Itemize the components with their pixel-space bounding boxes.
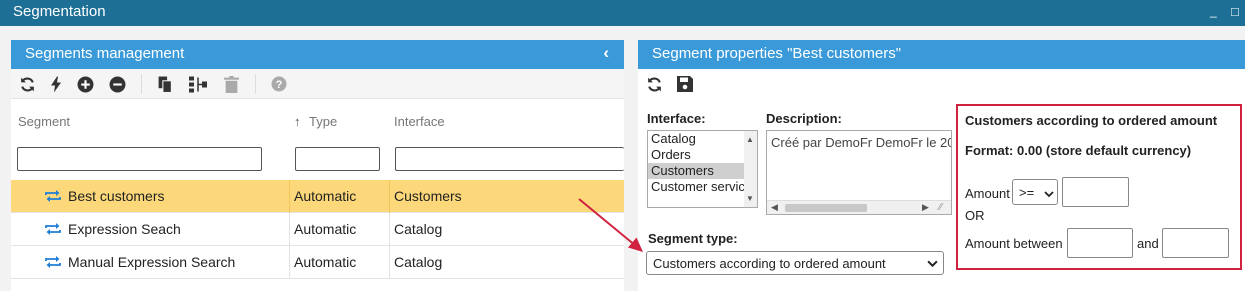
remove-icon[interactable] [108,75,126,93]
table-row[interactable]: Manual Expression Search Automatic Catal… [11,246,624,279]
segment-type-value: Customers according to ordered amount [653,256,886,271]
amount-max-input[interactable] [1162,228,1229,258]
description-label: Description: [766,111,842,126]
svg-text:?: ? [276,79,283,91]
scroll-down-icon[interactable]: ▼ [746,194,754,203]
interface-option-selected[interactable]: Customers [648,163,757,179]
segments-panel-header: Segments management ‹ [11,40,624,69]
lightning-icon[interactable] [47,75,65,93]
minimize-button[interactable]: _ [1210,4,1217,18]
format-hint: Format: 0.00 (store default currency) [965,143,1192,158]
cell-divider [289,213,290,246]
interface-label: Interface: [647,111,706,126]
amount-label: Amount [965,186,1010,201]
scroll-thumb[interactable] [785,204,867,212]
properties-toolbar [638,69,1245,99]
delete-icon[interactable] [222,75,240,93]
amount-between-label: Amount between [965,236,1063,251]
row-segment-name: Expression Seach [68,221,181,237]
row-segment-name: Best customers [68,188,165,204]
amount-input[interactable] [1062,177,1129,207]
segment-type-label: Segment type: [648,231,738,246]
or-label: OR [965,208,985,223]
properties-panel-header: Segment properties "Best customers" [638,40,1245,69]
column-header-interface[interactable]: Interface [394,114,445,129]
table-row[interactable]: Expression Seach Automatic Catalog [11,213,624,246]
table-row[interactable]: Best customers Automatic Customers [11,180,624,213]
description-value: Créé par DemoFr DemoFr le 20 [771,135,952,150]
description-scrollbar[interactable]: ◀ ▶ ⁄⁄ [767,200,951,214]
interface-option[interactable]: Customer servic [648,179,757,195]
sort-ascending-icon: ↑ [294,114,301,129]
scroll-left-icon[interactable]: ◀ [771,202,778,213]
row-type: Automatic [294,221,357,237]
collapse-panel-button[interactable]: ‹ [603,43,609,63]
column-header-segment[interactable]: Segment [18,114,70,129]
grid-header: Segment ↑ Type Interface [11,102,624,171]
row-interface: Catalog [394,254,443,270]
chevron-down-icon [927,257,938,272]
segment-refresh-icon [44,222,62,239]
scroll-up-icon[interactable]: ▲ [746,135,754,144]
segments-panel: Segments management ‹ ? Segment ↑ Type I… [11,40,624,291]
toolbar-divider [141,74,142,94]
maximize-button[interactable]: □ [1231,4,1239,19]
cell-divider [389,180,390,213]
segment-filter-input[interactable] [17,147,262,171]
save-icon[interactable] [676,75,694,93]
interface-option[interactable]: Orders [648,147,757,163]
criteria-highlight-box: Customers according to ordered amount Fo… [956,104,1242,270]
column-header-type[interactable]: Type [309,114,337,129]
segment-type-select[interactable]: Customers according to ordered amount [646,251,944,275]
criteria-title: Customers according to ordered amount [965,113,1218,128]
properties-panel-title: Segment properties "Best customers" [652,45,902,62]
row-type: Automatic [294,188,357,204]
cell-divider [389,246,390,279]
row-interface: Catalog [394,221,443,237]
help-icon[interactable]: ? [270,75,288,93]
window-titlebar: Segmentation _ □ [0,0,1245,26]
add-icon[interactable] [76,75,94,93]
window-title: Segmentation [13,3,106,20]
cell-divider [289,246,290,279]
segments-panel-title: Segments management [25,45,185,62]
refresh-icon[interactable] [645,75,663,93]
and-label: and [1137,236,1159,251]
interface-listbox[interactable]: Catalog Orders Customers Customer servic… [647,130,758,208]
interface-filter-input[interactable] [395,147,624,171]
tree-icon[interactable] [189,75,207,93]
listbox-scrollbar[interactable]: ▲ ▼ [744,131,757,207]
cell-divider [289,180,290,213]
row-type: Automatic [294,254,357,270]
description-textarea[interactable]: Créé par DemoFr DemoFr le 20 ◀ ▶ ⁄⁄ [766,130,952,215]
interface-option[interactable]: Catalog [648,131,757,147]
segment-refresh-icon [44,255,62,272]
refresh-icon[interactable] [18,75,36,93]
operator-value: >= [1019,185,1035,200]
toolbar-divider [255,74,256,94]
scroll-right-icon[interactable]: ▶ [922,202,929,213]
type-filter-input[interactable] [295,147,380,171]
amount-operator-select[interactable]: >= [1012,179,1058,205]
segment-refresh-icon [44,189,62,206]
segment-properties-panel: Segment properties "Best customers" Inte… [638,40,1245,291]
resize-grip-icon[interactable]: ⁄⁄ [939,202,942,213]
chevron-down-icon [1044,187,1054,202]
cell-divider [389,213,390,246]
amount-min-input[interactable] [1067,228,1133,258]
segments-toolbar: ? [11,69,624,99]
row-segment-name: Manual Expression Search [68,254,236,270]
row-interface: Customers [394,188,462,204]
copy-icon[interactable] [156,75,174,93]
